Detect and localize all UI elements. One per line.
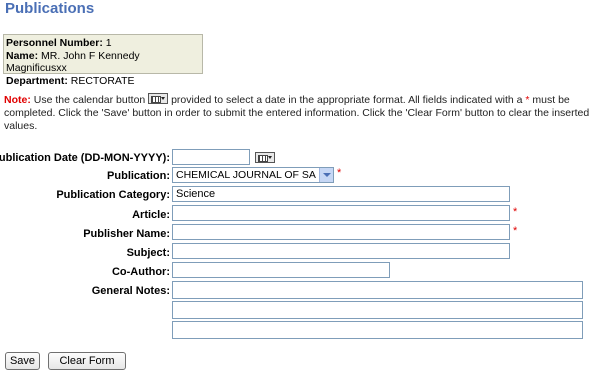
publication-category-input[interactable]	[172, 186, 510, 202]
clear-form-button[interactable]: Clear Form	[48, 352, 126, 370]
article-required-mark: *	[513, 206, 518, 218]
publisher-name-input[interactable]	[172, 224, 510, 240]
general-notes-line-2[interactable]	[172, 301, 583, 319]
publisher-name-label: Publisher Name:	[83, 228, 170, 240]
calendar-icon	[148, 93, 169, 104]
publication-category-label: Publication Category:	[56, 189, 170, 201]
publication-selected-value: CHEMICAL JOURNAL OF SA	[176, 169, 316, 181]
personnel-number-value: 1	[105, 37, 112, 49]
publication-date-label: Publication Date (DD-MON-YYYY):	[0, 152, 170, 164]
page-title: Publications	[5, 0, 95, 17]
co-author-input[interactable]	[172, 262, 390, 278]
chevron-down-icon[interactable]	[319, 168, 333, 182]
note-label: Note:	[4, 94, 31, 106]
department-label: Department:	[6, 74, 68, 87]
co-author-label: Co-Author:	[111, 266, 170, 278]
publisher-required-mark: *	[513, 225, 518, 237]
publication-select[interactable]: CHEMICAL JOURNAL OF SA	[172, 167, 334, 183]
subject-label: Subject:	[126, 247, 170, 259]
publication-date-input[interactable]	[172, 149, 250, 165]
department-value: RECTORATE	[70, 74, 135, 87]
note-text-1: Use the calendar button	[30, 94, 149, 106]
general-notes-label: General Notes:	[91, 285, 170, 297]
note-text-2: provided to select a date in the appropr…	[168, 94, 526, 106]
save-button[interactable]: Save	[5, 352, 40, 370]
name-label: Name:	[6, 49, 39, 62]
article-label: Article:	[132, 209, 170, 221]
subject-input[interactable]	[172, 243, 510, 259]
personnel-info-box: Personnel Number: 1 Name: MR. John F Ken…	[3, 34, 203, 87]
calendar-button-icon[interactable]	[255, 152, 275, 163]
general-notes-line-1[interactable]	[172, 281, 583, 299]
publication-label: Publication:	[107, 170, 170, 182]
article-input[interactable]	[172, 205, 510, 221]
instructions-note: Note: Use the calendar button provided t…	[4, 93, 594, 133]
publication-required-mark: *	[337, 167, 342, 179]
personnel-number-label: Personnel Number:	[6, 37, 103, 49]
general-notes-line-3[interactable]	[172, 321, 583, 339]
